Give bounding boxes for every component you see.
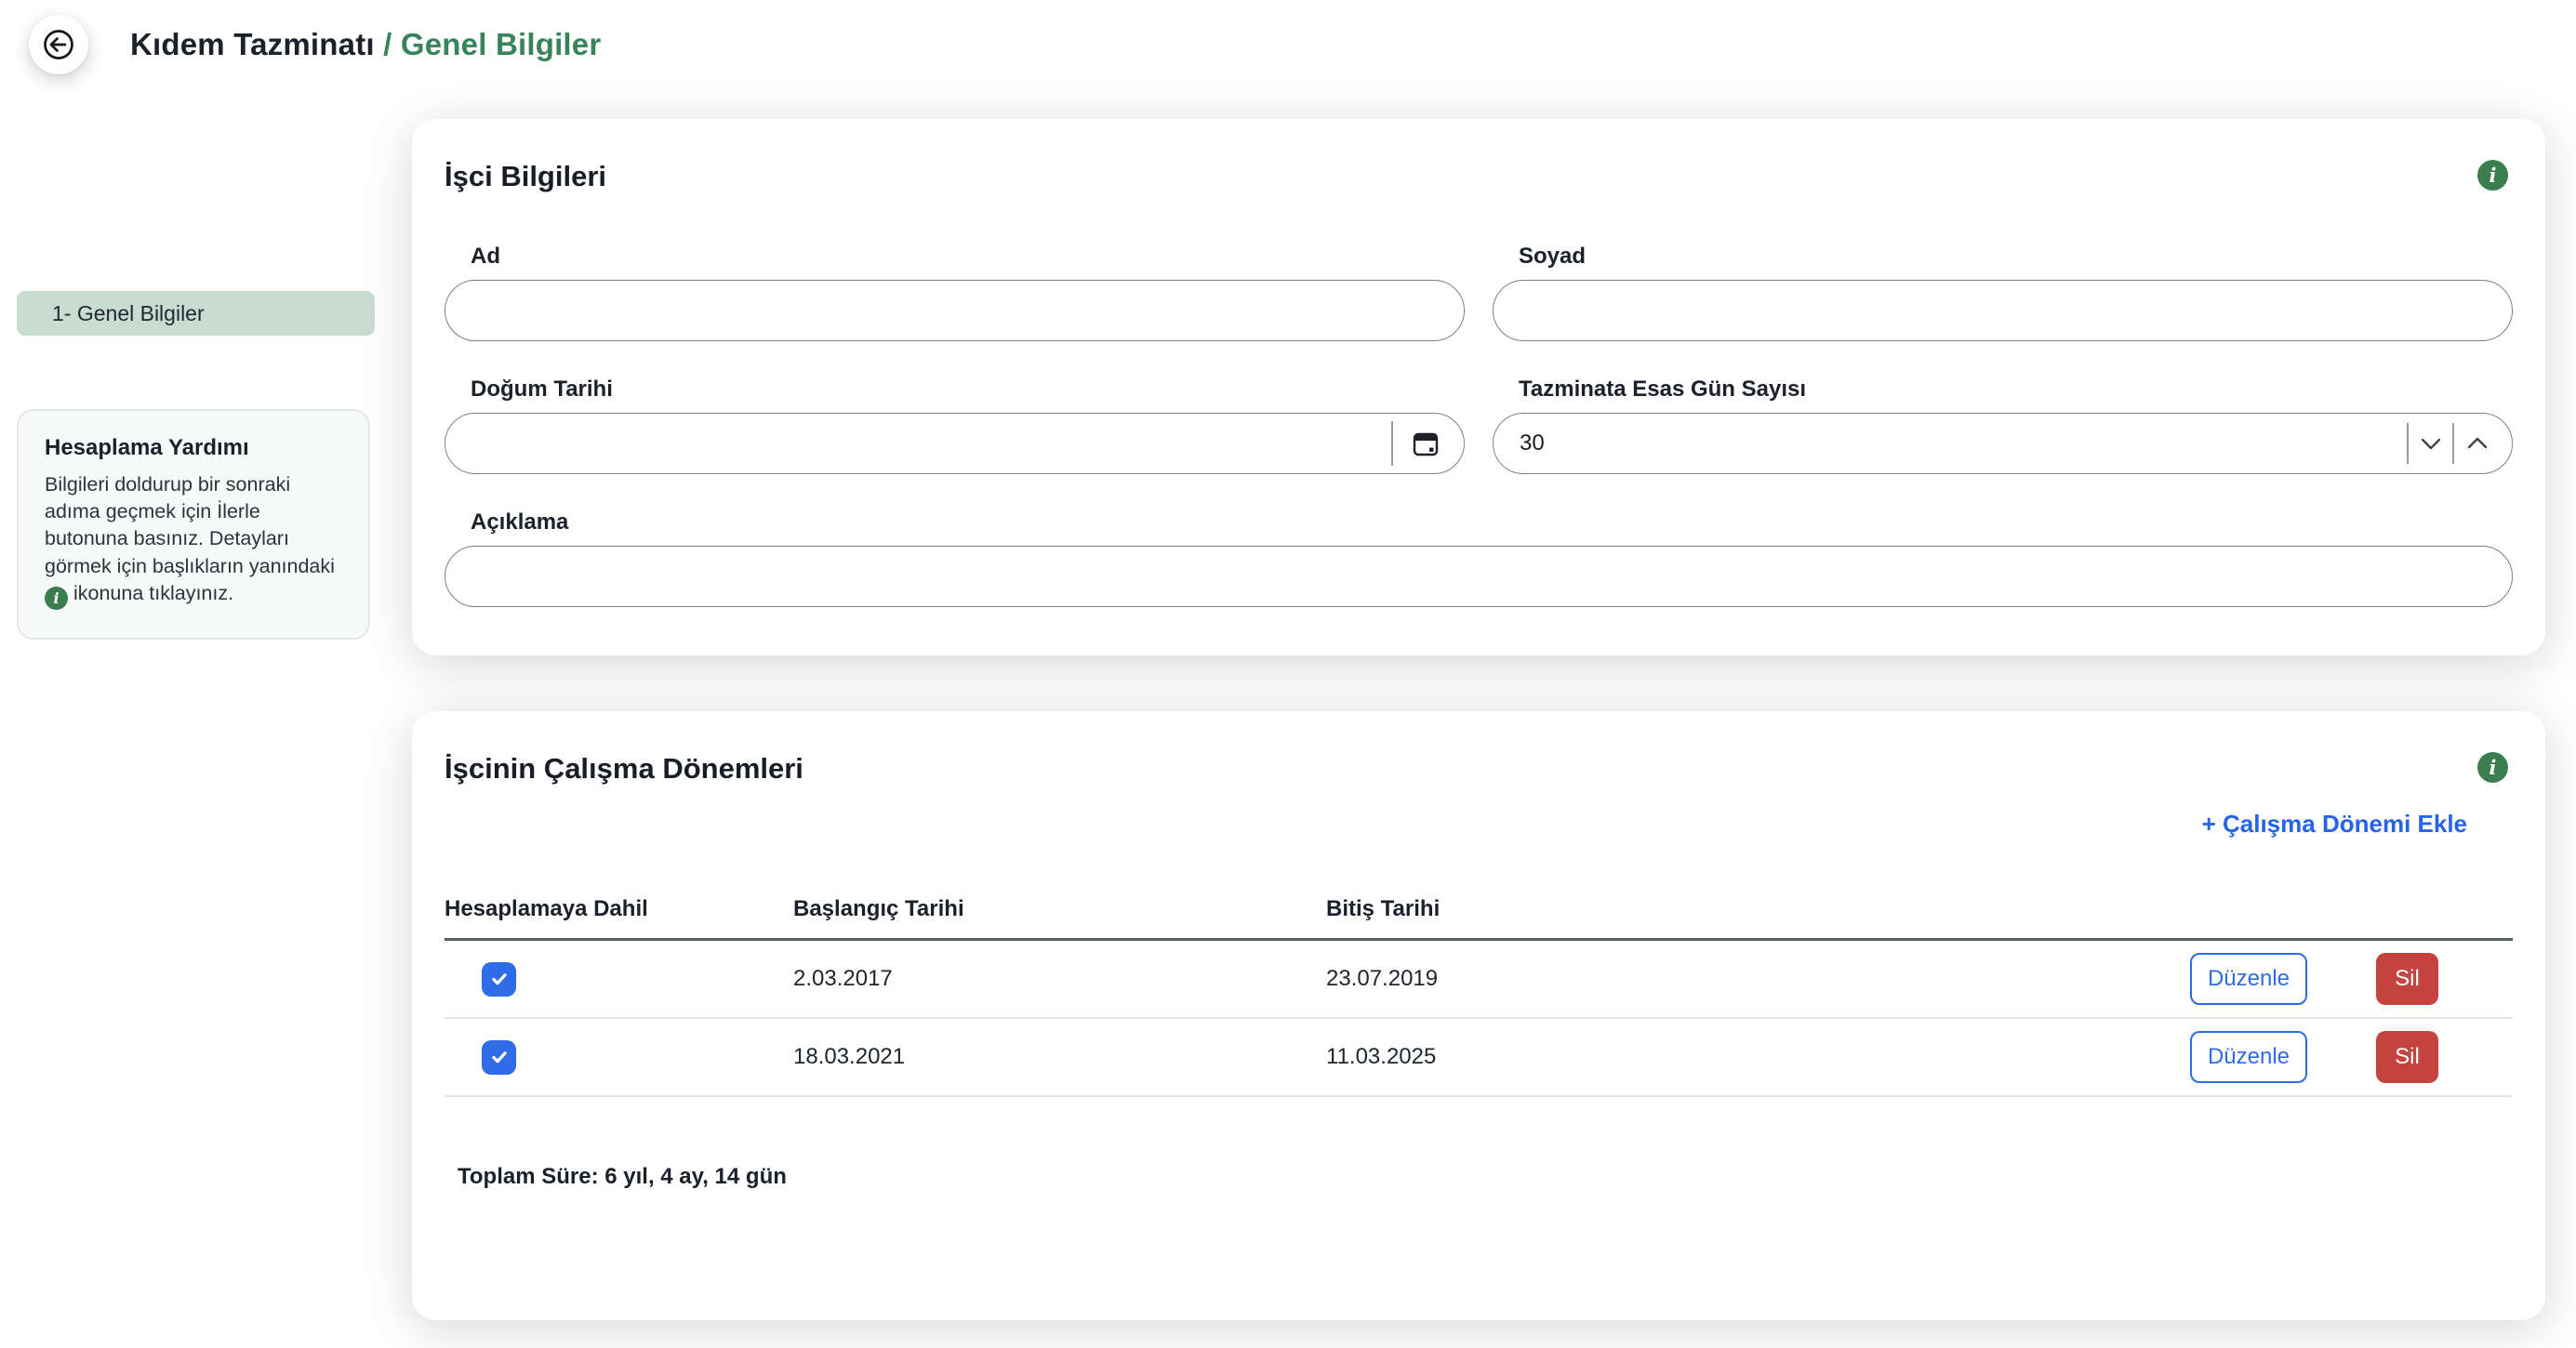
back-button[interactable] bbox=[29, 15, 88, 74]
edit-button[interactable]: Düzenle bbox=[2190, 953, 2307, 1005]
delete-button[interactable]: Sil bbox=[2376, 953, 2438, 1005]
start-date: 2.03.2017 bbox=[793, 966, 1326, 992]
field-aciklama: Açıklama bbox=[445, 509, 2513, 607]
include-checkbox[interactable] bbox=[482, 962, 516, 997]
ad-label: Ad bbox=[471, 244, 1465, 270]
total-duration: Toplam Süre: 6 yıl, 4 ay, 14 gün bbox=[458, 1164, 2513, 1190]
stepper-increment-button[interactable] bbox=[2465, 430, 2490, 457]
aciklama-label: Açıklama bbox=[471, 509, 2513, 535]
table-row: 2.03.2017 23.07.2019 Düzenle Sil bbox=[445, 941, 2513, 1019]
table-row: 18.03.2021 11.03.2025 Düzenle Sil bbox=[445, 1019, 2513, 1097]
page-title: Kıdem Tazminatı / Genel Bilgiler bbox=[130, 27, 601, 62]
gun-sayisi-label: Tazminata Esas Gün Sayısı bbox=[1519, 377, 2513, 403]
delete-button[interactable]: Sil bbox=[2376, 1031, 2438, 1083]
dogum-tarihi-input-wrapper bbox=[445, 413, 1465, 474]
gun-sayisi-input[interactable] bbox=[1520, 414, 2400, 473]
work-periods-card: İşcinin Çalışma Dönemleri i + Çalışma Dö… bbox=[412, 711, 2545, 1320]
field-dogum-tarihi: Doğum Tarihi bbox=[445, 377, 1465, 474]
table-header-row: Hesaplamaya Dahil Başlangıç Tarihi Bitiş… bbox=[445, 896, 2513, 941]
ad-input-wrapper bbox=[445, 280, 1465, 341]
calendar-icon[interactable] bbox=[1408, 426, 1443, 461]
edit-button[interactable]: Düzenle bbox=[2190, 1031, 2307, 1083]
worker-info-title: İşci Bilgileri bbox=[445, 160, 2513, 193]
field-divider bbox=[1391, 421, 1393, 466]
info-icon[interactable]: i bbox=[2477, 160, 2508, 191]
breadcrumb-root: Kıdem Tazminatı bbox=[130, 27, 375, 61]
field-divider bbox=[2407, 423, 2409, 464]
dogum-tarihi-input[interactable] bbox=[471, 414, 1352, 473]
arrow-left-circle-icon bbox=[39, 25, 78, 64]
work-periods-title: İşcinin Çalışma Dönemleri bbox=[445, 752, 2513, 786]
checkmark-icon bbox=[489, 969, 510, 989]
column-header-start: Başlangıç Tarihi bbox=[793, 896, 1326, 922]
start-date: 18.03.2021 bbox=[793, 1044, 1326, 1070]
worker-info-card: İşci Bilgileri i Ad Soyad Doğum Tarihi bbox=[412, 119, 2545, 655]
end-date: 23.07.2019 bbox=[1326, 966, 2190, 992]
soyad-input-wrapper bbox=[1493, 280, 2513, 341]
soyad-input[interactable] bbox=[1520, 281, 2486, 340]
aciklama-input[interactable] bbox=[471, 547, 2486, 606]
ad-input[interactable] bbox=[471, 281, 1438, 340]
info-icon: i bbox=[45, 587, 68, 610]
aciklama-input-wrapper bbox=[445, 546, 2513, 607]
field-ad: Ad bbox=[445, 244, 1465, 341]
chevron-down-icon bbox=[2419, 435, 2443, 452]
field-gun-sayisi: Tazminata Esas Gün Sayısı bbox=[1493, 377, 2513, 474]
gun-sayisi-input-wrapper bbox=[1493, 413, 2513, 474]
end-date: 11.03.2025 bbox=[1326, 1044, 2190, 1070]
field-soyad: Soyad bbox=[1493, 244, 2513, 341]
column-header-include: Hesaplamaya Dahil bbox=[445, 896, 793, 922]
dogum-tarihi-label: Doğum Tarihi bbox=[471, 377, 1465, 403]
add-work-period-link[interactable]: + Çalışma Dönemi Ekle bbox=[2202, 810, 2467, 838]
breadcrumb-current: / Genel Bilgiler bbox=[375, 27, 602, 61]
help-box: Hesaplama Yardımı Bilgileri doldurup bir… bbox=[17, 409, 370, 640]
worker-info-form: Ad Soyad Doğum Tarihi bbox=[445, 244, 2513, 607]
info-icon[interactable]: i bbox=[2477, 752, 2508, 783]
soyad-label: Soyad bbox=[1519, 244, 2513, 270]
help-title: Hesaplama Yardımı bbox=[45, 435, 344, 461]
field-divider bbox=[2452, 423, 2454, 464]
work-periods-table: Hesaplamaya Dahil Başlangıç Tarihi Bitiş… bbox=[445, 896, 2513, 1097]
stepper-decrement-button[interactable] bbox=[2419, 430, 2443, 457]
step-label: 1- Genel Bilgiler bbox=[52, 301, 205, 326]
add-link-row: + Çalışma Dönemi Ekle bbox=[445, 810, 2513, 839]
checkmark-icon bbox=[489, 1047, 510, 1067]
help-text: Bilgileri doldurup bir sonraki adıma geç… bbox=[45, 471, 344, 610]
column-header-end: Bitiş Tarihi bbox=[1326, 896, 2190, 922]
include-checkbox[interactable] bbox=[482, 1040, 516, 1075]
sidebar-item-genel-bilgiler[interactable]: 1- Genel Bilgiler bbox=[17, 291, 375, 336]
chevron-up-icon bbox=[2465, 435, 2490, 452]
